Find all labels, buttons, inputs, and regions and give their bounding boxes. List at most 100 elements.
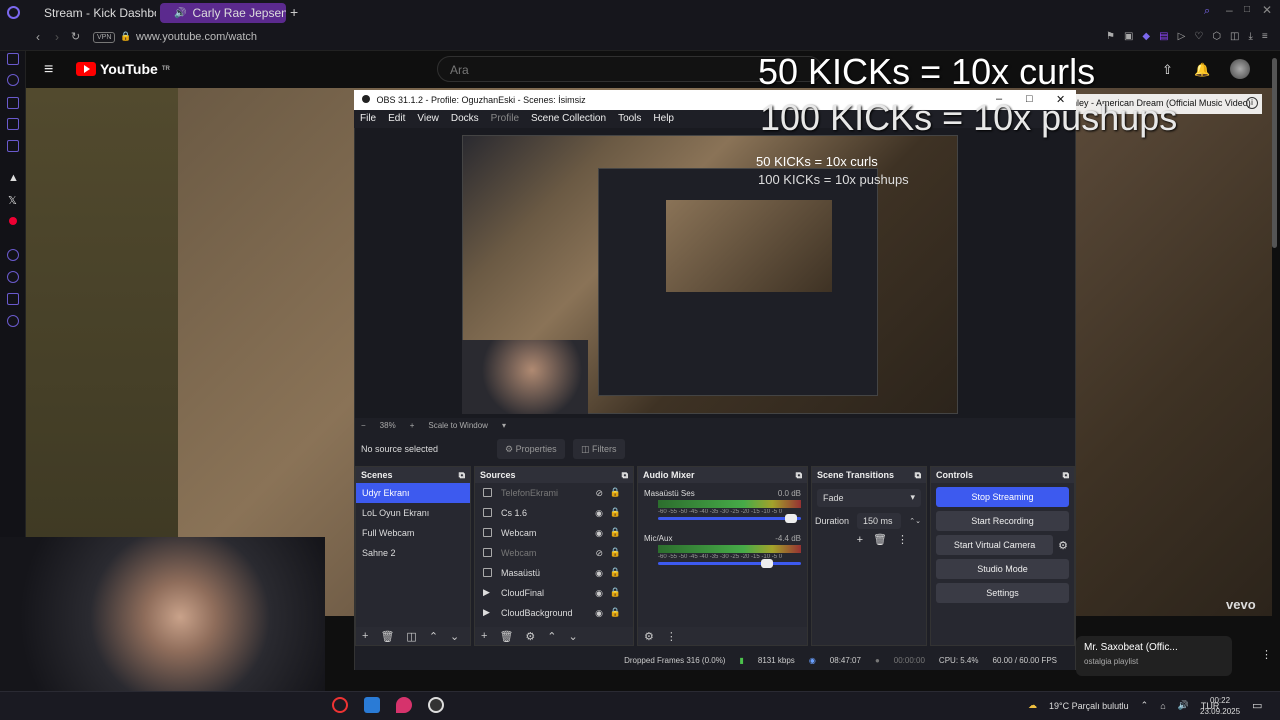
upload-icon[interactable]: ⇧ bbox=[1162, 62, 1173, 78]
source-item[interactable]: TelefonEkrami ⊘ 🔒 bbox=[475, 483, 633, 503]
settings-icon[interactable] bbox=[7, 315, 19, 327]
gear-icon[interactable]: ⚙ bbox=[1058, 539, 1068, 552]
twitch-icon[interactable]: ▤ bbox=[1159, 31, 1168, 42]
lock-icon[interactable]: 🔒 bbox=[120, 31, 131, 42]
menu-scene-collection[interactable]: Scene Collection bbox=[531, 113, 606, 125]
bell-icon[interactable]: 🔔 bbox=[1194, 62, 1210, 78]
playlist-miniplayer[interactable]: Mr. Saxobeat (Offic... ostalgia playlist… bbox=[1076, 636, 1272, 676]
start-recording-button[interactable]: Start Recording bbox=[936, 511, 1069, 531]
reload-icon[interactable]: ↻ bbox=[71, 30, 80, 43]
music-icon[interactable] bbox=[9, 217, 17, 225]
duration-input[interactable]: 150 ms bbox=[857, 513, 902, 529]
dock-undock-icon[interactable]: ⧉ bbox=[1063, 470, 1069, 481]
more-options-icon[interactable]: ⋮ bbox=[1261, 648, 1272, 661]
settings-button[interactable]: Settings bbox=[936, 583, 1069, 603]
mail-icon[interactable] bbox=[7, 140, 19, 152]
dock-undock-icon[interactable]: ⧉ bbox=[915, 470, 921, 481]
mixer-menu-icon[interactable]: ⋮ bbox=[666, 630, 677, 643]
flow-icon[interactable] bbox=[7, 293, 19, 305]
clock-icon[interactable] bbox=[7, 271, 19, 283]
dock-undock-icon[interactable]: ⧉ bbox=[622, 470, 628, 481]
extensions-icon[interactable]: ⬡ bbox=[1212, 31, 1221, 42]
lock-icon[interactable]: 🔒 bbox=[610, 547, 621, 558]
remove-scene-icon[interactable]: 🗑 bbox=[380, 630, 394, 643]
eye-icon[interactable]: ◉ bbox=[595, 568, 603, 579]
speaker-icon[interactable]: 🔊 bbox=[174, 8, 186, 19]
scene-item[interactable]: Sahne 2 bbox=[356, 543, 470, 563]
eye-icon[interactable]: ◉ bbox=[595, 528, 603, 539]
menu-edit[interactable]: Edit bbox=[388, 113, 405, 125]
menu-docks[interactable]: Docks bbox=[451, 113, 479, 125]
source-settings-icon[interactable]: ⚙ bbox=[525, 630, 535, 643]
remove-transition-icon[interactable]: 🗑 bbox=[873, 534, 897, 546]
menu-icon[interactable]: ≡ bbox=[1262, 31, 1268, 42]
menu-view[interactable]: View bbox=[417, 113, 439, 125]
info-icon[interactable]: i bbox=[1246, 97, 1258, 109]
scene-filters-icon[interactable]: ◫ bbox=[406, 630, 416, 643]
maximize-browser-icon[interactable]: □ bbox=[1244, 4, 1250, 15]
avatar[interactable] bbox=[1230, 59, 1250, 79]
volume-slider-knob[interactable] bbox=[761, 559, 774, 568]
discord-icon[interactable] bbox=[7, 118, 19, 130]
scene-item[interactable]: LoL Oyun Ekranı bbox=[356, 503, 470, 523]
network-icon[interactable]: ⌂ bbox=[1160, 701, 1165, 711]
explorer-taskbar-icon[interactable] bbox=[364, 697, 380, 713]
add-transition-icon[interactable]: + bbox=[857, 534, 873, 546]
filters-button[interactable]: ◫ Filters bbox=[573, 439, 625, 459]
source-item[interactable]: Cs 1.6 ◉ 🔒 bbox=[475, 503, 633, 523]
lock-icon[interactable]: 🔒 bbox=[610, 527, 621, 538]
scale-dropdown-icon[interactable]: ▾ bbox=[502, 421, 506, 431]
tray-expand-icon[interactable]: ⌃ bbox=[1141, 700, 1149, 711]
eye-icon[interactable]: ◉ bbox=[595, 588, 603, 599]
wallet-icon[interactable]: ◫ bbox=[1230, 31, 1239, 42]
volume-slider[interactable] bbox=[658, 559, 801, 568]
scrollbar[interactable] bbox=[1272, 58, 1277, 248]
volume-icon[interactable]: 🔊 bbox=[1178, 700, 1189, 711]
weather-text[interactable]: 19°C Parçalı bulutlu bbox=[1049, 701, 1129, 711]
youtube-logo[interactable]: YouTube TR bbox=[76, 61, 170, 77]
extras-icon[interactable] bbox=[7, 249, 19, 261]
scene-item[interactable]: Full Webcam bbox=[356, 523, 470, 543]
remove-source-icon[interactable]: 🗑 bbox=[499, 630, 513, 643]
obs-taskbar-icon[interactable] bbox=[428, 697, 444, 713]
eye-icon[interactable]: ◉ bbox=[595, 508, 603, 519]
taskbar-clock[interactable]: 00:22 23.09.2025 bbox=[1200, 695, 1240, 717]
source-item[interactable]: Webcam ◉ 🔒 bbox=[475, 523, 633, 543]
forward-icon[interactable]: › bbox=[55, 30, 59, 44]
heart-icon[interactable]: ♡ bbox=[1194, 31, 1203, 42]
back-icon[interactable]: ‹ bbox=[36, 30, 40, 44]
stop-streaming-button[interactable]: Stop Streaming bbox=[936, 487, 1069, 507]
shield-icon[interactable]: ◆ bbox=[1142, 31, 1150, 42]
zoom-in-icon[interactable]: + bbox=[410, 421, 415, 431]
history-icon[interactable] bbox=[7, 74, 19, 86]
hamburger-icon[interactable]: ≡ bbox=[44, 61, 53, 79]
scale-mode[interactable]: Scale to Window bbox=[428, 421, 488, 431]
stepper-icon[interactable]: ⌃⌄ bbox=[909, 517, 921, 525]
new-tab-button[interactable]: + bbox=[290, 4, 298, 20]
tab-youtube[interactable]: 🔊 Carly Rae Jepsen - Ca bbox=[160, 3, 286, 23]
move-up-icon[interactable]: ⌃ bbox=[429, 630, 438, 643]
move-down-icon[interactable]: ⌄ bbox=[569, 630, 578, 643]
transition-select[interactable]: Fade ▾ bbox=[817, 489, 921, 507]
minimize-browser-icon[interactable]: – bbox=[1226, 3, 1233, 17]
pinboard-icon[interactable] bbox=[7, 97, 19, 109]
studio-mode-button[interactable]: Studio Mode bbox=[936, 559, 1069, 579]
lock-icon[interactable]: 🔒 bbox=[610, 487, 621, 498]
eye-hidden-icon[interactable]: ⊘ bbox=[595, 488, 603, 499]
dock-undock-icon[interactable]: ⧉ bbox=[796, 470, 802, 481]
source-item[interactable]: ▶ CloudFinal ◉ 🔒 bbox=[475, 583, 633, 603]
x-icon[interactable]: 𝕏 bbox=[8, 194, 17, 207]
volume-slider[interactable] bbox=[658, 514, 801, 523]
menu-file[interactable]: File bbox=[360, 113, 376, 125]
lock-icon[interactable]: 🔒 bbox=[610, 507, 621, 518]
move-up-icon[interactable]: ⌃ bbox=[547, 630, 556, 643]
opera-taskbar-icon[interactable] bbox=[332, 697, 348, 713]
lock-icon[interactable]: 🔒 bbox=[610, 607, 621, 618]
notification-icon[interactable]: ▭ bbox=[1252, 699, 1262, 712]
source-item[interactable]: Masaüstü ◉ 🔒 bbox=[475, 563, 633, 583]
eye-hidden-icon[interactable]: ⊘ bbox=[595, 548, 603, 559]
scene-item[interactable]: Udyr Ekranı bbox=[356, 483, 470, 503]
play-icon[interactable]: ▷ bbox=[1178, 31, 1186, 42]
lock-icon[interactable]: 🔒 bbox=[610, 567, 621, 578]
menu-help[interactable]: Help bbox=[653, 113, 674, 125]
